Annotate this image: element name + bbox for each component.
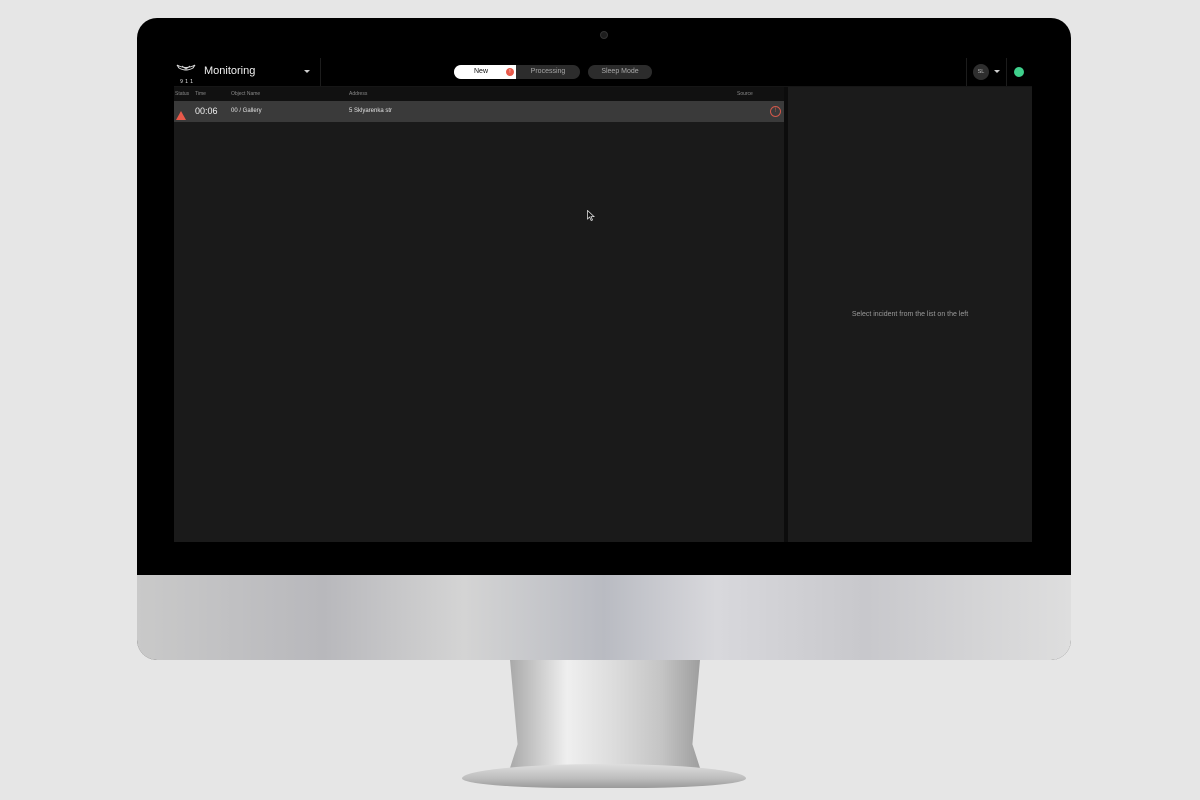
empty-state-message: Select incident from the list on the lef… bbox=[851, 311, 969, 318]
monitor-base bbox=[462, 764, 746, 788]
column-header-object: Object Name bbox=[231, 91, 261, 97]
table-row[interactable]: 00:06 00 / Gallery 5 Sklyarenka str ! bbox=[174, 101, 784, 122]
tab-new-badge: ! bbox=[506, 68, 514, 76]
divider bbox=[1006, 58, 1007, 86]
sleep-mode-button[interactable]: Sleep Mode bbox=[588, 65, 652, 79]
chevron-down-icon[interactable] bbox=[994, 70, 1000, 73]
incident-object-name: 00 / Gallery bbox=[231, 108, 262, 114]
avatar[interactable]: SL bbox=[973, 64, 989, 80]
connection-status-indicator bbox=[1014, 67, 1024, 77]
divider bbox=[320, 58, 321, 86]
logo-icon: 911 bbox=[176, 62, 196, 85]
monitor-chin bbox=[137, 575, 1071, 660]
mouse-pointer-icon bbox=[587, 208, 596, 222]
monitor-stand bbox=[510, 660, 700, 768]
incident-address: 5 Sklyarenka str bbox=[349, 108, 393, 114]
column-header-time: Time bbox=[195, 91, 206, 97]
divider bbox=[966, 58, 967, 86]
alert-circle-icon: ! bbox=[770, 106, 781, 117]
column-header-source: Source bbox=[737, 91, 753, 97]
tab-processing[interactable]: Processing bbox=[516, 65, 580, 79]
table-header: Status Time Object Name Address Source bbox=[174, 87, 784, 101]
incident-time: 00:06 bbox=[195, 106, 218, 116]
tab-new-label: New bbox=[474, 68, 489, 75]
logo-text: 911 bbox=[180, 79, 196, 85]
column-header-address: Address bbox=[349, 91, 368, 97]
column-header-status: Status bbox=[175, 91, 190, 97]
alarm-triangle-icon bbox=[176, 107, 186, 120]
tab-new[interactable]: New ! bbox=[454, 65, 516, 79]
incident-list-panel: Status Time Object Name Address Source 0… bbox=[174, 87, 784, 542]
incident-detail-panel: Select incident from the list on the lef… bbox=[788, 87, 1032, 542]
chevron-down-icon[interactable] bbox=[304, 70, 310, 73]
top-bar: 911 Monitoring New ! Processing Sleep Mo… bbox=[174, 58, 1032, 87]
app-screen: 911 Monitoring New ! Processing Sleep Mo… bbox=[174, 58, 1032, 542]
app-title[interactable]: Monitoring bbox=[204, 65, 255, 77]
webcam bbox=[600, 31, 608, 39]
incident-tabs: New ! Processing bbox=[454, 65, 580, 79]
